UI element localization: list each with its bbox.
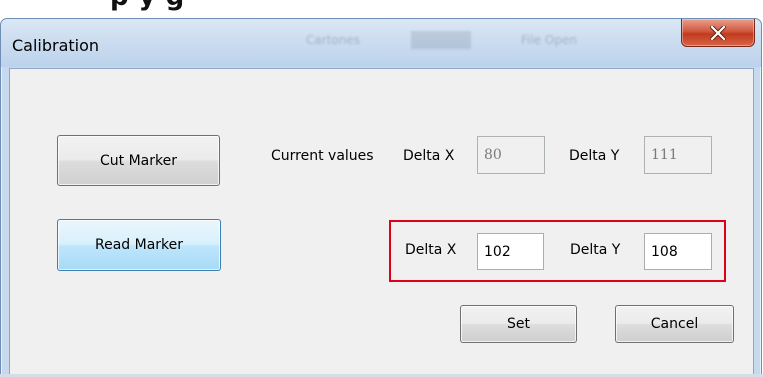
current-delta-y-label: Delta Y: [569, 148, 620, 164]
current-values-label: Current values: [271, 148, 374, 164]
new-delta-x-label: Delta X: [405, 242, 457, 258]
new-delta-x-field[interactable]: [477, 233, 544, 270]
new-delta-y-label: Delta Y: [570, 242, 621, 258]
set-button[interactable]: Set: [460, 305, 577, 343]
current-delta-y-field: [644, 136, 712, 174]
cancel-button-label: Cancel: [650, 316, 699, 332]
window-title: Calibration: [12, 36, 100, 55]
current-delta-x-field: [477, 136, 545, 174]
read-marker-button[interactable]: Read Marker: [57, 219, 221, 271]
cut-marker-button-label: Cut Marker: [100, 152, 177, 169]
close-icon: [710, 25, 726, 40]
screenshot-root: p y g Cartones File Open Calibration: [0, 0, 763, 377]
background-heading-partial: p y g: [110, 0, 185, 12]
background-ghost-text: File Open: [521, 33, 577, 47]
close-button[interactable]: [681, 19, 755, 47]
background-ghost-field: [411, 31, 471, 49]
cut-marker-button[interactable]: Cut Marker: [57, 135, 220, 186]
current-delta-x-label: Delta X: [403, 148, 455, 164]
background-ghost-text: Cartones: [306, 33, 360, 47]
read-marker-button-label: Read Marker: [94, 237, 184, 253]
set-button-label: Set: [507, 316, 530, 332]
title-bar[interactable]: Cartones File Open Calibration: [1, 19, 761, 67]
cancel-button[interactable]: Cancel: [615, 305, 734, 343]
new-delta-y-field[interactable]: [644, 233, 712, 270]
